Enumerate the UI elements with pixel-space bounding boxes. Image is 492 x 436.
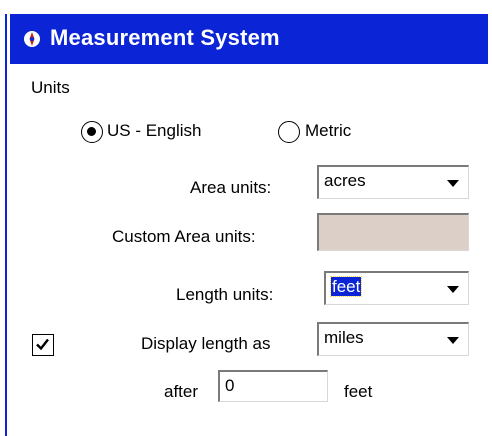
length-units-value: feet xyxy=(329,276,363,297)
length-units-label: Length units: xyxy=(176,285,274,304)
radio-metric-label[interactable]: Metric xyxy=(305,121,351,141)
display-length-select[interactable]: miles xyxy=(317,322,469,356)
top-strip xyxy=(0,0,492,14)
dialog-panel: Measurement System Units US - English Me… xyxy=(5,14,492,436)
chevron-down-icon[interactable] xyxy=(447,180,459,187)
after-input[interactable]: 0 xyxy=(218,370,328,402)
radio-us-english-label[interactable]: US - English xyxy=(107,121,201,141)
after-suffix: feet xyxy=(344,382,373,401)
window-title: Measurement System xyxy=(50,25,280,50)
units-label: Units xyxy=(31,78,70,97)
custom-area-units-label: Custom Area units: xyxy=(112,227,256,246)
custom-area-units-input[interactable] xyxy=(317,213,469,251)
chevron-down-icon[interactable] xyxy=(447,286,459,293)
area-units-value: acres xyxy=(324,171,366,190)
after-value: 0 xyxy=(225,376,235,395)
after-label: after xyxy=(164,382,199,401)
length-units-selected-text: feet xyxy=(329,276,363,297)
length-units-select[interactable]: feet xyxy=(324,271,469,305)
radio-metric[interactable] xyxy=(278,121,300,143)
radio-us-english[interactable] xyxy=(81,121,103,143)
display-length-label: Display length as xyxy=(141,334,271,353)
display-length-checkbox[interactable] xyxy=(32,334,54,356)
display-length-value: miles xyxy=(324,328,364,347)
compass-icon xyxy=(24,31,40,47)
radio-selected-dot xyxy=(87,127,96,136)
title-bar: Measurement System xyxy=(10,14,488,64)
area-units-select[interactable]: acres xyxy=(317,165,469,199)
checkmark-icon xyxy=(36,338,49,351)
area-units-label: Area units: xyxy=(190,178,272,197)
chevron-down-icon[interactable] xyxy=(447,337,459,344)
